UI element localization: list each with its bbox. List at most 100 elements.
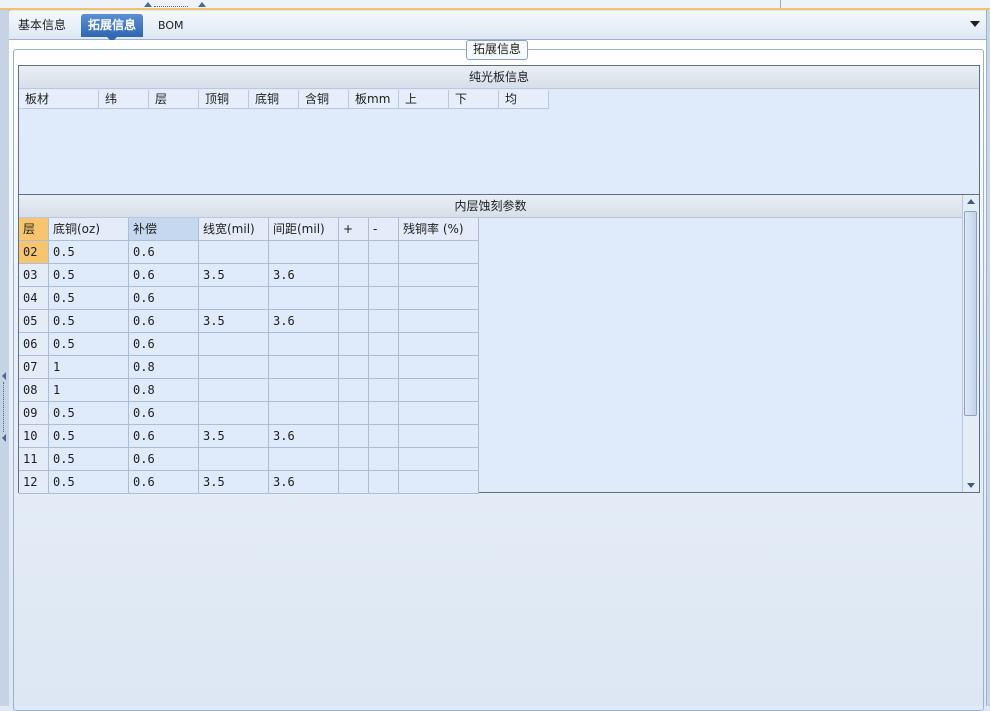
etch-cell[interactable]: 0.5 — [49, 471, 129, 494]
etch-cell[interactable] — [199, 287, 269, 310]
etch-cell[interactable]: 0.6 — [129, 310, 199, 333]
etch-cell[interactable] — [199, 448, 269, 471]
etch-cell[interactable]: 1 — [49, 356, 129, 379]
etch-cell[interactable] — [369, 333, 399, 356]
etch-cell[interactable] — [339, 425, 369, 448]
etch-cell[interactable]: 0.6 — [129, 402, 199, 425]
etch-cell[interactable]: 0.6 — [129, 287, 199, 310]
etch-cell[interactable] — [339, 287, 369, 310]
etch-cell[interactable] — [269, 287, 339, 310]
etch-cell[interactable] — [269, 333, 339, 356]
etch-cell[interactable] — [399, 287, 479, 310]
etch-cell[interactable]: 0.6 — [129, 471, 199, 494]
etch-cell[interactable] — [369, 310, 399, 333]
splitter-up-arrow-icon[interactable] — [198, 2, 206, 7]
plain-board-column-header[interactable]: 下 — [449, 90, 499, 109]
etch-cell[interactable]: 3.6 — [269, 471, 339, 494]
etch-cell[interactable]: 3.6 — [269, 264, 339, 287]
plain-board-column-header[interactable]: 上 — [399, 90, 449, 109]
etch-row-layer[interactable]: 03 — [19, 264, 49, 287]
etch-cell[interactable]: 0.5 — [49, 264, 129, 287]
etch-cell[interactable] — [369, 448, 399, 471]
etch-row-layer[interactable]: 05 — [19, 310, 49, 333]
plain-board-column-header[interactable]: 底铜 — [249, 90, 299, 109]
top-splitter[interactable] — [0, 0, 990, 10]
etch-column-header[interactable]: 补偿 — [129, 218, 199, 241]
etch-cell[interactable] — [199, 402, 269, 425]
etch-row-layer[interactable]: 12 — [19, 471, 49, 494]
etch-cell[interactable]: 3.5 — [199, 310, 269, 333]
etch-cell[interactable] — [339, 402, 369, 425]
etch-row-layer[interactable]: 11 — [19, 448, 49, 471]
etch-cell[interactable] — [369, 425, 399, 448]
etch-cell[interactable] — [369, 356, 399, 379]
tab-bom[interactable]: BOM — [151, 14, 191, 37]
plain-board-column-header[interactable]: 均 — [499, 90, 549, 109]
etch-cell[interactable]: 0.5 — [49, 241, 129, 264]
etch-column-header[interactable]: + — [339, 218, 369, 241]
etch-cell[interactable] — [369, 402, 399, 425]
etch-cell[interactable] — [269, 356, 339, 379]
etch-cell[interactable] — [399, 264, 479, 287]
scroll-up-icon[interactable] — [967, 199, 975, 204]
etch-cell[interactable] — [269, 448, 339, 471]
etch-cell[interactable] — [399, 356, 479, 379]
plain-board-column-header[interactable]: 含铜 — [299, 90, 349, 109]
plain-board-column-header[interactable]: 板mm — [349, 90, 399, 109]
splitter-grip[interactable] — [154, 6, 188, 10]
etch-cell[interactable]: 0.5 — [49, 287, 129, 310]
etch-cell[interactable] — [199, 333, 269, 356]
plain-board-column-header[interactable]: 层 — [149, 90, 199, 109]
etch-cell[interactable] — [399, 379, 479, 402]
etch-cell[interactable]: 0.6 — [129, 448, 199, 471]
etch-cell[interactable] — [339, 448, 369, 471]
etch-column-header[interactable]: - — [369, 218, 399, 241]
etch-cell[interactable] — [399, 448, 479, 471]
etch-cell[interactable]: 0.6 — [129, 264, 199, 287]
etch-cell[interactable] — [339, 264, 369, 287]
collapse-left-icon[interactable] — [2, 372, 6, 380]
etch-cell[interactable] — [369, 287, 399, 310]
etch-cell[interactable] — [399, 310, 479, 333]
etch-cell[interactable] — [339, 356, 369, 379]
etch-cell[interactable] — [269, 241, 339, 264]
splitter-up-arrow-icon[interactable] — [144, 2, 152, 7]
splitter-grip[interactable] — [3, 382, 6, 432]
etch-cell[interactable]: 3.6 — [269, 425, 339, 448]
etch-cell[interactable] — [199, 356, 269, 379]
etch-cell[interactable]: 0.5 — [49, 402, 129, 425]
etch-cell[interactable]: 0.5 — [49, 448, 129, 471]
etch-cell[interactable]: 3.5 — [199, 425, 269, 448]
etch-cell[interactable] — [199, 379, 269, 402]
etch-cell[interactable]: 3.5 — [199, 471, 269, 494]
etch-cell[interactable] — [399, 333, 479, 356]
etch-cell[interactable]: 0.5 — [49, 333, 129, 356]
etch-cell[interactable] — [339, 333, 369, 356]
etch-cell[interactable] — [399, 402, 479, 425]
etch-column-header[interactable]: 间距(mil) — [269, 218, 339, 241]
etch-cell[interactable] — [399, 471, 479, 494]
collapse-left-icon[interactable] — [2, 434, 6, 442]
etch-cell[interactable] — [269, 402, 339, 425]
etch-cell[interactable] — [369, 241, 399, 264]
etch-cell[interactable] — [339, 310, 369, 333]
etch-row-layer[interactable]: 06 — [19, 333, 49, 356]
etch-cell[interactable]: 3.5 — [199, 264, 269, 287]
dropdown-arrow-icon[interactable] — [970, 21, 980, 27]
tab-extended-info[interactable]: 拓展信息 — [81, 14, 144, 42]
etch-column-header[interactable]: 线宽(mil) — [199, 218, 269, 241]
etch-cell[interactable] — [199, 241, 269, 264]
scroll-down-icon[interactable] — [967, 483, 975, 488]
etch-row-layer[interactable]: 04 — [19, 287, 49, 310]
etch-cell[interactable]: 1 — [49, 379, 129, 402]
scrollbar-thumb[interactable] — [964, 211, 977, 416]
etch-cell[interactable] — [339, 241, 369, 264]
etch-row-layer[interactable]: 09 — [19, 402, 49, 425]
etch-cell[interactable]: 0.5 — [49, 310, 129, 333]
etch-cell[interactable]: 0.6 — [129, 425, 199, 448]
plain-board-column-header[interactable]: 顶铜 — [199, 90, 249, 109]
etch-cell[interactable] — [369, 379, 399, 402]
vertical-scrollbar[interactable] — [962, 195, 979, 492]
etch-cell[interactable] — [369, 471, 399, 494]
etch-row-layer[interactable]: 10 — [19, 425, 49, 448]
